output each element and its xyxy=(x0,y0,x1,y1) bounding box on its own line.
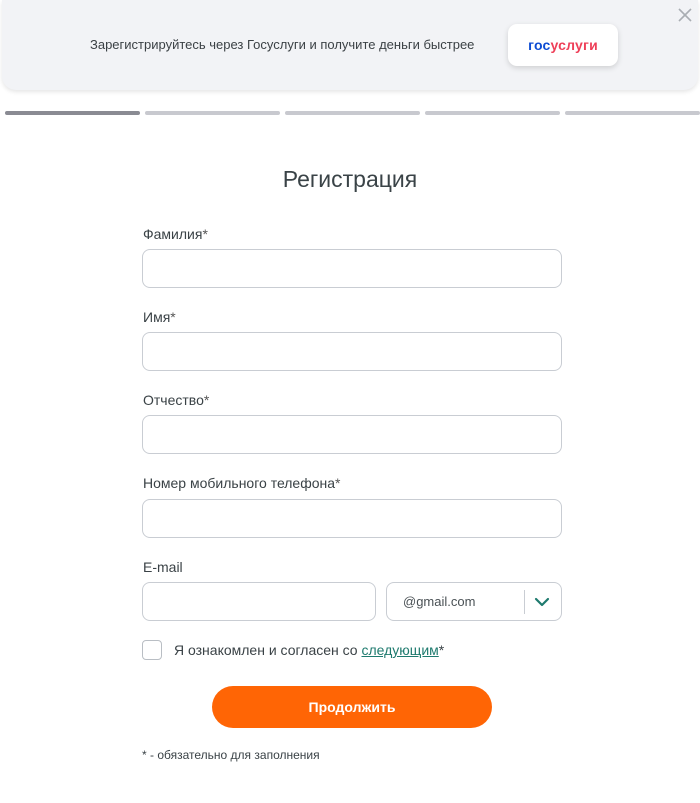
phone-label-text: Номер мобильного телефона xyxy=(143,475,336,491)
banner-text: Зарегистрируйтесь через Госуслуги и полу… xyxy=(90,37,475,52)
gosuslugi-banner: Зарегистрируйтесь через Госуслуги и полу… xyxy=(2,0,698,90)
phone-label: Номер мобильного телефона* xyxy=(143,475,341,491)
email-domain-select[interactable]: @gmail.com xyxy=(386,582,562,621)
consent-label: Я ознакомлен и согласен со следующим* xyxy=(174,642,444,658)
required-footnote: * - обязательно для заполнения xyxy=(142,748,320,762)
progress-step-4 xyxy=(425,111,560,115)
patronymic-input[interactable] xyxy=(142,415,562,454)
consent-required-mark: * xyxy=(438,642,445,658)
required-mark: * xyxy=(335,475,341,491)
last-name-label-text: Фамилия xyxy=(143,226,203,242)
last-name-label: Фамилия* xyxy=(143,226,208,242)
required-mark: * xyxy=(203,392,210,408)
gosuslugi-logo-part2: услуги xyxy=(550,37,598,53)
close-icon[interactable] xyxy=(676,6,694,24)
required-mark: * xyxy=(170,309,176,325)
first-name-label-text: Имя xyxy=(143,309,171,325)
email-input[interactable] xyxy=(142,582,376,621)
gosuslugi-login-button[interactable]: гос услуги xyxy=(508,24,618,66)
email-label-text: E-mail xyxy=(143,559,183,575)
last-name-input[interactable] xyxy=(142,249,562,288)
progress-step-1 xyxy=(5,111,140,115)
continue-button[interactable]: Продолжить xyxy=(212,686,492,728)
patronymic-label: Отчество* xyxy=(143,392,209,408)
first-name-label: Имя* xyxy=(143,309,176,325)
first-name-input[interactable] xyxy=(142,332,562,371)
step-progress xyxy=(5,111,700,115)
phone-input[interactable] xyxy=(142,499,562,538)
consent-checkbox[interactable] xyxy=(142,640,162,660)
consent-link[interactable]: следующим xyxy=(361,642,438,658)
email-label: E-mail xyxy=(143,559,183,575)
select-divider xyxy=(524,590,525,614)
email-domain-value: @gmail.com xyxy=(403,594,476,609)
chevron-down-icon[interactable] xyxy=(533,593,551,611)
required-mark: * xyxy=(202,226,208,242)
consent-text: Я ознакомлен и согласен со xyxy=(174,642,362,658)
page-title: Регистрация xyxy=(282,166,418,192)
progress-step-3 xyxy=(285,111,420,115)
gosuslugi-logo-part1: гос xyxy=(528,37,551,53)
progress-step-5 xyxy=(565,111,700,115)
progress-step-2 xyxy=(145,111,280,115)
patronymic-label-text: Отчество xyxy=(143,392,204,408)
